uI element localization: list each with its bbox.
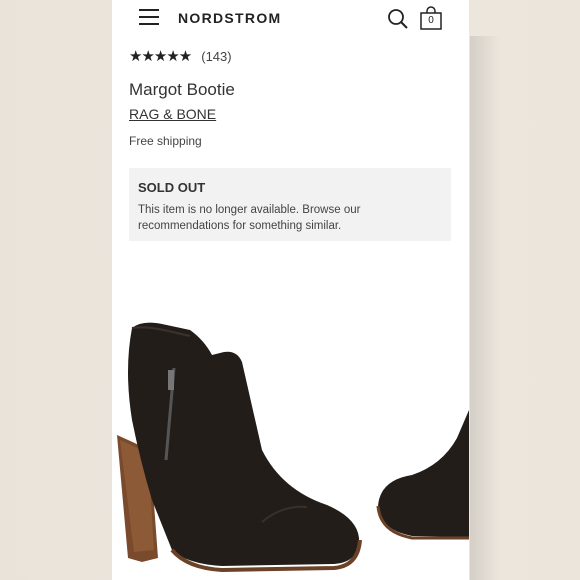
shipping-info: Free shipping <box>129 134 202 148</box>
sold-out-notice: SOLD OUT This item is no longer availabl… <box>129 168 451 241</box>
mobile-screen: NORDSTROM 0 ★★★★★ (143) Margot Bootie RA… <box>112 0 469 580</box>
product-image[interactable] <box>112 300 469 580</box>
top-navigation-bar: NORDSTROM 0 <box>112 0 469 36</box>
brand-link[interactable]: RAG & BONE <box>129 106 216 122</box>
sold-out-message: This item is no longer available. Browse… <box>138 204 361 232</box>
background-shadow <box>470 36 500 580</box>
product-rating[interactable]: ★★★★★ (143) <box>129 47 232 65</box>
sold-out-title: SOLD OUT <box>138 180 206 195</box>
menu-icon[interactable] <box>139 9 159 25</box>
rating-stars-icon: ★★★★★ <box>129 48 192 65</box>
brand-logo[interactable]: NORDSTROM <box>178 10 281 26</box>
shopping-bag-icon[interactable]: 0 <box>419 6 443 30</box>
bag-count: 0 <box>428 15 434 26</box>
review-count[interactable]: (143) <box>201 49 231 64</box>
product-title: Margot Bootie <box>129 80 235 99</box>
search-icon[interactable] <box>387 8 409 30</box>
